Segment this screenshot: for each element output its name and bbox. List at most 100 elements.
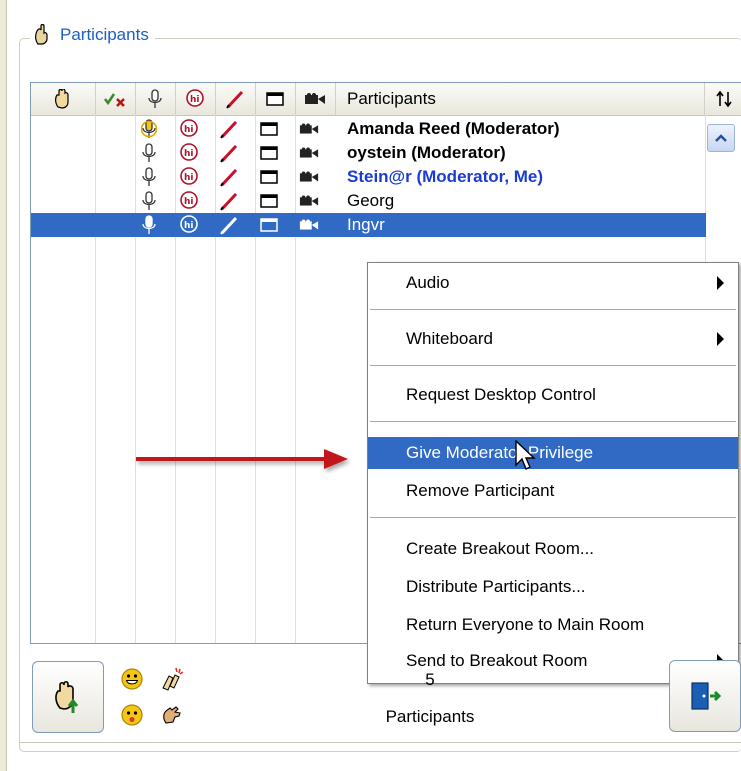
participant-row[interactable]: hi Stein@r (Moderator, Me)	[31, 165, 706, 189]
pencil-icon[interactable]	[219, 167, 239, 187]
menu-item-label: Return Everyone to Main Room	[406, 615, 645, 634]
pencil-icon[interactable]	[219, 215, 239, 235]
menu-item-label: Whiteboard	[406, 329, 493, 348]
pencil-icon[interactable]	[219, 119, 239, 139]
mouse-cursor-icon	[515, 440, 536, 470]
chevron-up-icon	[715, 134, 727, 142]
chat-hi-icon[interactable]: hi	[179, 119, 199, 139]
submenu-arrow-icon	[717, 332, 724, 346]
smile-emoticon-button[interactable]	[119, 666, 145, 692]
menu-item-label: Request Desktop Control	[406, 385, 596, 404]
menu-item-audio[interactable]: Audio	[368, 267, 738, 299]
pencil-icon[interactable]	[219, 143, 239, 163]
chat-hi-icon[interactable]: hi	[179, 143, 199, 163]
col-whiteboard[interactable]	[215, 83, 256, 115]
menu-item-label: Distribute Participants...	[406, 577, 586, 596]
camera-icon[interactable]	[299, 191, 319, 211]
svg-text:hi: hi	[184, 149, 194, 159]
panel-title-text: Participants	[60, 25, 149, 44]
hand-wave-icon	[163, 706, 181, 724]
svg-text:hi: hi	[184, 197, 194, 207]
thumbs-emoticon-button[interactable]	[159, 702, 185, 728]
microphone-icon[interactable]	[139, 119, 159, 139]
microphone-icon[interactable]	[139, 167, 159, 187]
scroll-up-button[interactable]	[707, 124, 735, 152]
menu-item-whiteboard[interactable]: Whiteboard	[368, 323, 738, 355]
menu-item-label: Remove Participant	[406, 481, 555, 500]
participant-name[interactable]: Stein@r (Moderator, Me)	[347, 165, 543, 189]
pencil-icon[interactable]	[219, 191, 239, 211]
col-approval[interactable]	[95, 83, 136, 115]
menu-item-distribute-participants[interactable]: Distribute Participants...	[368, 571, 738, 603]
participant-row[interactable]: hi Ingvr	[31, 213, 706, 237]
microphone-icon[interactable]	[139, 143, 159, 163]
menu-item-give-moderator-privilege[interactable]: Give Moderator Privilege	[368, 437, 738, 469]
window-icon[interactable]	[259, 167, 279, 187]
participant-count: 5	[425, 670, 435, 689]
camera-icon[interactable]	[299, 143, 319, 163]
camera-icon[interactable]	[299, 167, 319, 187]
sort-arrows-icon	[715, 90, 732, 108]
menu-item-label: Audio	[406, 273, 450, 292]
participants-hand-icon	[35, 24, 48, 45]
sad-emoticon-button[interactable]	[119, 702, 145, 728]
camera-icon[interactable]	[299, 119, 319, 139]
raise-hand-up-icon	[55, 680, 79, 713]
chat-hi-icon[interactable]: hi	[179, 215, 199, 235]
microphone-icon[interactable]	[139, 215, 159, 235]
microphone-icon[interactable]	[139, 191, 159, 211]
col-raise-hand[interactable]	[31, 83, 96, 115]
submenu-arrow-icon	[717, 276, 724, 290]
chat-hi-icon[interactable]: hi	[179, 191, 199, 211]
menu-item-label: Give Moderator Privilege	[406, 443, 594, 462]
menu-separator	[370, 517, 736, 518]
list-header: hi Participants	[31, 83, 741, 116]
menu-separator	[370, 421, 736, 422]
participant-count-label: Participants	[385, 707, 475, 726]
menu-item-return-everyone[interactable]: Return Everyone to Main Room	[368, 609, 738, 641]
window-edge	[0, 0, 7, 771]
col-participants[interactable]: Participants	[335, 83, 705, 115]
col-video[interactable]	[295, 83, 336, 115]
participant-name[interactable]: Georg	[347, 189, 394, 213]
sort-toggle[interactable]	[705, 83, 741, 115]
menu-separator	[370, 309, 736, 310]
smiley-icon	[121, 668, 143, 690]
exit-door-icon	[691, 682, 722, 710]
leave-room-button[interactable]	[669, 660, 741, 732]
confused-face-icon	[121, 704, 143, 726]
participant-row[interactable]: hi oystein (Moderator)	[31, 141, 706, 165]
participant-name[interactable]: Amanda Reed (Moderator)	[347, 117, 560, 141]
window-icon[interactable]	[259, 119, 279, 139]
participant-row[interactable]: hi Amanda Reed (Moderator)	[31, 117, 706, 141]
column-header-label: Participants	[347, 89, 436, 108]
window-icon[interactable]	[259, 143, 279, 163]
chat-hi-icon[interactable]: hi	[179, 167, 199, 187]
col-chat[interactable]: hi	[175, 83, 216, 115]
panel-title: Participants	[30, 24, 155, 46]
window-icon	[266, 92, 284, 106]
participant-name[interactable]: Ingvr	[347, 213, 385, 237]
raise-hand-button[interactable]	[32, 661, 104, 733]
col-audio[interactable]	[135, 83, 176, 115]
menu-item-create-breakout-room[interactable]: Create Breakout Room...	[368, 533, 738, 565]
camera-icon[interactable]	[299, 215, 319, 235]
window-icon[interactable]	[259, 215, 279, 235]
applause-emoticon-button[interactable]	[159, 666, 185, 692]
chat-hi-icon: hi	[186, 89, 204, 107]
participants-window: Participants hi Participants hi Amanda R…	[0, 0, 741, 771]
pencil-icon	[226, 90, 244, 109]
annotation-arrow	[136, 449, 348, 469]
svg-text:hi: hi	[184, 173, 194, 183]
menu-separator	[370, 365, 736, 366]
raise-hand-icon	[55, 89, 69, 109]
col-desktop[interactable]	[255, 83, 296, 115]
menu-item-remove-participant[interactable]: Remove Participant	[368, 475, 738, 507]
menu-item-request-desktop-control[interactable]: Request Desktop Control	[368, 379, 738, 411]
participant-name[interactable]: oystein (Moderator)	[347, 141, 506, 165]
divider	[19, 742, 741, 743]
check-cross-icon	[104, 93, 125, 107]
microphone-icon	[148, 89, 162, 108]
participant-row[interactable]: hi Georg	[31, 189, 706, 213]
window-icon[interactable]	[259, 191, 279, 211]
